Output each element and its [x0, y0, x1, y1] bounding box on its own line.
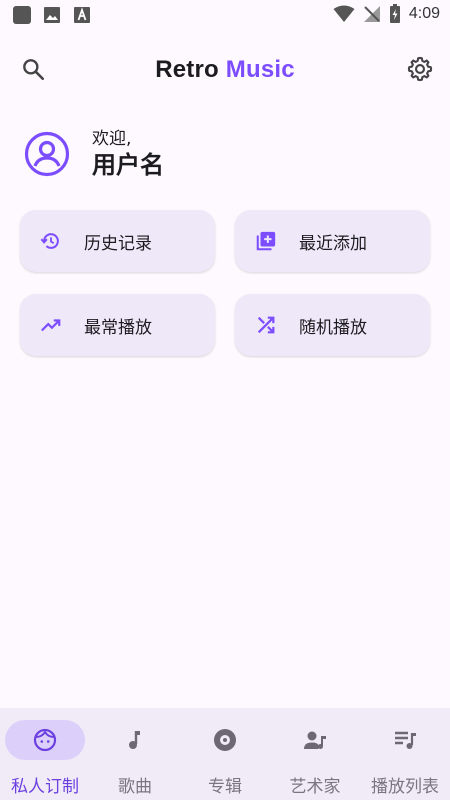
trending-up-icon	[40, 314, 62, 336]
shuffle-icon	[255, 314, 277, 336]
nav-for-you[interactable]: 私人订制	[0, 708, 90, 800]
shuffle-label: 随机播放	[299, 317, 367, 338]
wifi-icon	[333, 5, 355, 23]
account-circle-icon	[24, 131, 70, 177]
no-signal-icon	[363, 5, 381, 23]
app-bar: Retro Music	[0, 44, 450, 96]
face-icon	[33, 728, 57, 752]
album-icon	[213, 728, 237, 752]
recently-added-card[interactable]: 最近添加	[235, 210, 430, 272]
gear-icon[interactable]	[406, 55, 434, 87]
nav-playlists[interactable]: 播放列表	[360, 708, 450, 800]
most-played-card[interactable]: 最常播放	[20, 294, 215, 356]
text-notification-icon	[72, 5, 92, 25]
nav-albums-label: 专辑	[208, 777, 242, 797]
nav-playlists-label: 播放列表	[371, 777, 439, 797]
status-bar: 4:09	[0, 0, 450, 32]
user-profile[interactable]: 欢迎, 用户名	[24, 128, 164, 180]
app-notification-icon	[12, 5, 32, 25]
nav-artists[interactable]: 艺术家	[270, 708, 360, 800]
welcome-text: 欢迎,	[92, 129, 132, 149]
app-title-music: Music	[225, 56, 295, 83]
app-title-retro: Retro	[155, 56, 219, 83]
user-name: 用户名	[92, 151, 164, 179]
artist-icon	[303, 728, 327, 752]
nav-for-you-label: 私人订制	[11, 777, 79, 797]
nav-songs-label: 歌曲	[118, 777, 152, 797]
status-time: 4:09	[408, 5, 440, 22]
recently-added-label: 最近添加	[299, 233, 367, 254]
history-card[interactable]: 历史记录	[20, 210, 215, 272]
history-label: 历史记录	[84, 233, 152, 254]
nav-albums[interactable]: 专辑	[180, 708, 270, 800]
most-played-label: 最常播放	[84, 317, 152, 338]
nav-songs[interactable]: 歌曲	[90, 708, 180, 800]
image-notification-icon	[42, 5, 62, 25]
battery-charging-icon	[389, 4, 401, 24]
nav-artists-label: 艺术家	[289, 777, 341, 797]
library-add-icon	[255, 230, 277, 252]
app-title: Retro Music	[0, 56, 450, 84]
shuffle-card[interactable]: 随机播放	[235, 294, 430, 356]
bottom-navigation: 私人订制 歌曲 专辑 艺术家 播放列表	[0, 708, 450, 800]
history-icon	[40, 230, 62, 252]
playlist-icon	[393, 728, 417, 752]
music-note-icon	[123, 728, 147, 752]
